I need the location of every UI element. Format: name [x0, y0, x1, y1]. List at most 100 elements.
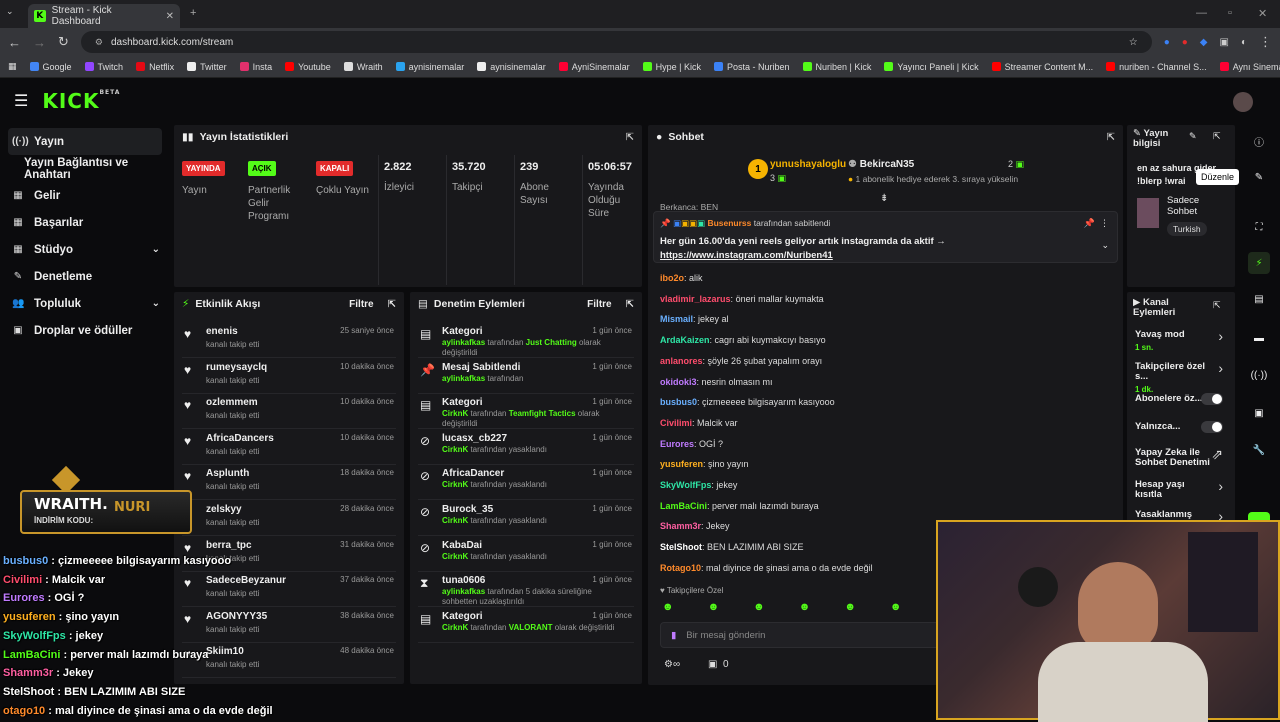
chat-message[interactable]: Shamm3r: Jekey	[660, 521, 730, 531]
bookmark-item[interactable]: nuriben - Channel S...	[1106, 62, 1207, 72]
info-icon[interactable]: ⓘ	[1248, 130, 1270, 152]
chat-message[interactable]: busbus0: çizmeeeee bilgisayarım kasıyooo	[660, 397, 835, 407]
moderation-row[interactable]: ⊘ Burock_35 CirknK tarafından yasaklandı 1 …	[410, 500, 642, 536]
bookmark-item[interactable]: Twitter	[187, 62, 227, 72]
browser-menu-icon[interactable]: ⋮	[1259, 34, 1272, 50]
sidebar-item[interactable]: ▦ Gelir	[0, 182, 170, 209]
chat-message[interactable]: Mismail: jekey al	[660, 314, 729, 324]
chat-username[interactable]: vladimir_lazarus	[660, 294, 731, 304]
chat-message[interactable]: StelShoot: BEN LAZIMIM ABI SIZE	[660, 542, 804, 552]
bookmark-item[interactable]: Netflix	[136, 62, 174, 72]
filter-button[interactable]: Filtre	[587, 299, 611, 310]
activity-row[interactable]: ♥ rumeysayclq kanalı takip etti 10 dakika ö…	[174, 358, 404, 394]
activity-row[interactable]: ♥ ozlemmem kanalı takip etti 10 dakika önce	[174, 393, 404, 430]
sidebar-item[interactable]: ✎ Denetleme	[0, 263, 170, 290]
moderation-row[interactable]: ▤ Kategori CirknK tarafından VALORANT olar…	[410, 607, 642, 643]
chat-username[interactable]: Shamm3r	[660, 521, 701, 531]
profile-icon[interactable]: ◐	[1241, 37, 1247, 48]
moderation-row[interactable]: ⊘ KabaDai CirknK tarafından yasaklandı 1 gü…	[410, 536, 642, 572]
window-close-icon[interactable]: ✕	[1258, 7, 1267, 20]
filter-button[interactable]: Filtre	[349, 299, 373, 310]
unpin-icon[interactable]: 📌	[1084, 218, 1095, 229]
points-counter[interactable]: ▣ 0	[708, 659, 729, 670]
new-tab-icon[interactable]: +	[190, 7, 196, 19]
emote[interactable]: ☻	[799, 601, 811, 615]
popout-icon[interactable]: ⇱	[1213, 131, 1221, 142]
bookmark-item[interactable]: Posta - Nuriben	[713, 62, 790, 72]
chat-message[interactable]: anlanores: şöyle 26 şubat yapalım orayı	[660, 356, 822, 366]
menu-icon[interactable]: ☰	[14, 91, 28, 111]
moderation-row[interactable]: ⊘ AfricaDancer CirknK tarafından yasakland…	[410, 464, 642, 501]
sidebar-item[interactable]: 👥 Topluluk ⌄	[0, 290, 170, 317]
bookmark-item[interactable]: Wraith	[343, 62, 383, 72]
expand-icon[interactable]: ⌄	[1101, 240, 1109, 251]
sidebar-item[interactable]: ▣ Droplar ve ödüller	[0, 317, 170, 344]
window-minimize-icon[interactable]: —	[1196, 7, 1207, 19]
activity-row[interactable]: ♥ Skiim10 kanalı takip etti 48 dakika önce	[174, 642, 404, 679]
popout-icon[interactable]: ⇱	[388, 299, 396, 310]
bookmark-item[interactable]: aynisinemalar	[395, 62, 464, 72]
bookmark-item[interactable]: aynisinemalar	[477, 62, 546, 72]
chevron-down-icon[interactable]: ⌄	[152, 244, 160, 255]
chevron-right-icon[interactable]: ›	[1218, 328, 1223, 344]
chat-message[interactable]: LamBaCini: perver malı lazımdı buraya	[660, 501, 819, 511]
chat-username[interactable]: okidoki3	[660, 377, 697, 387]
window-maximize-icon[interactable]: ▫	[1228, 7, 1232, 19]
channel-action[interactable]: Hesap yaşı kısıtla	[1135, 480, 1213, 500]
moderation-row[interactable]: ⊘ lucasx_cb227 CirknK tarafından yasakland…	[410, 429, 642, 465]
activity-row[interactable]: ♥ AGONYYY35 kanalı takip etti 38 dakika önc…	[174, 607, 404, 643]
activity-row[interactable]: ♥ Asplunth kanalı takip etti 18 dakika önce	[174, 464, 404, 501]
chat-username[interactable]: busbus0	[660, 397, 697, 407]
category-name[interactable]: Sadece Sohbet	[1167, 195, 1227, 217]
chat-message[interactable]: Eurores: OGİ ?	[660, 439, 723, 449]
mic-icon[interactable]: ▮	[671, 630, 676, 641]
bolt-icon[interactable]: ⚡	[1248, 252, 1270, 274]
bookmark-item[interactable]: Youtube	[285, 62, 331, 72]
second-gifter-name[interactable]: ⚉ BekircaN35	[848, 159, 914, 170]
bookmark-item[interactable]: AyniSinemalar	[558, 62, 630, 72]
chat-username[interactable]: Civilimi	[660, 418, 692, 428]
chat-username[interactable]: ArdaKaizen	[660, 335, 710, 345]
shop-icon[interactable]: ▣	[1248, 402, 1270, 424]
chat-icon[interactable]: ▬	[1248, 327, 1270, 349]
extensions-puzzle-icon[interactable]: ▣	[1220, 37, 1229, 48]
channel-action[interactable]: Takipçilere özel s... 1 dk.	[1135, 362, 1213, 395]
chevron-right-icon[interactable]: ›	[1218, 478, 1223, 494]
chat-message[interactable]: vladimir_lazarus: öneri mallar kuymakta	[660, 294, 824, 304]
url-field[interactable]: ⚙ dashboard.kick.com/stream ☆	[80, 31, 1152, 53]
sidebar-item[interactable]: Yayın Bağlantısı ve Anahtarı	[0, 155, 170, 182]
chat-username[interactable]: Eurores	[660, 439, 694, 449]
tab-search-icon[interactable]: ⌄	[6, 6, 14, 17]
activity-row[interactable]: ♥ enenis kanalı takip etti 25 saniye önce	[174, 322, 404, 358]
collapse-icon[interactable]: ⇟	[880, 193, 888, 204]
sidebar-item[interactable]: ▦ Stüdyo ⌄	[0, 236, 170, 263]
external-link-icon[interactable]: ⇗	[1211, 446, 1223, 463]
channel-action[interactable]: Yavaş mod 1 sn.	[1135, 330, 1213, 353]
popout-icon[interactable]: ⇱	[626, 132, 634, 143]
chat-message[interactable]: ArdaKaizen: cagrı abi kuymakcıyı basıyo	[660, 335, 826, 345]
emote[interactable]: ☻	[708, 601, 720, 615]
chat-input[interactable]: ▮ Bir mesaj gönderin	[660, 622, 960, 648]
browser-tab[interactable]: K Stream - Kick Dashboard ✕	[28, 4, 180, 28]
top-gifter-name[interactable]: yunushayaloglu	[770, 159, 846, 170]
sidebar-item[interactable]: ▦ Başarılar	[0, 209, 170, 236]
moderation-row[interactable]: ▤ Kategori CirknK tarafından Teamfight Tac…	[410, 393, 642, 430]
wrench-icon[interactable]: 🔧	[1248, 439, 1270, 461]
bookmark-star-icon[interactable]: ☆	[1129, 37, 1138, 48]
chat-message[interactable]: ibo2o: alik	[660, 273, 703, 283]
toggle-switch[interactable]	[1201, 393, 1223, 405]
bookmark-item[interactable]: Streamer Content M...	[991, 62, 1093, 72]
popout-icon[interactable]: ⇱	[626, 299, 634, 310]
bookmark-item[interactable]: Google	[29, 62, 72, 72]
activity-row[interactable]: ♥ SadeceBeyzanur kanalı takip etti 37 dakik…	[174, 571, 404, 608]
tab-close-icon[interactable]: ✕	[166, 11, 174, 22]
emote[interactable]: ☻	[662, 601, 674, 615]
more-icon[interactable]: ⋮	[1100, 218, 1109, 229]
bookmark-item[interactable]: Hype | Kick	[642, 62, 701, 72]
extension-icon[interactable]: ◆	[1200, 37, 1208, 48]
document-icon[interactable]: ▤	[1248, 288, 1270, 310]
moderation-row[interactable]: ▤ Kategori aylinkafkas tarafından Just Cha…	[410, 322, 642, 358]
chat-message[interactable]: Rotago10: mal diyince de şinasi ama o da…	[660, 563, 873, 573]
emote[interactable]: ☻	[753, 601, 765, 615]
chat-message[interactable]: okidoki3: nesrin olmasın mı	[660, 377, 773, 387]
